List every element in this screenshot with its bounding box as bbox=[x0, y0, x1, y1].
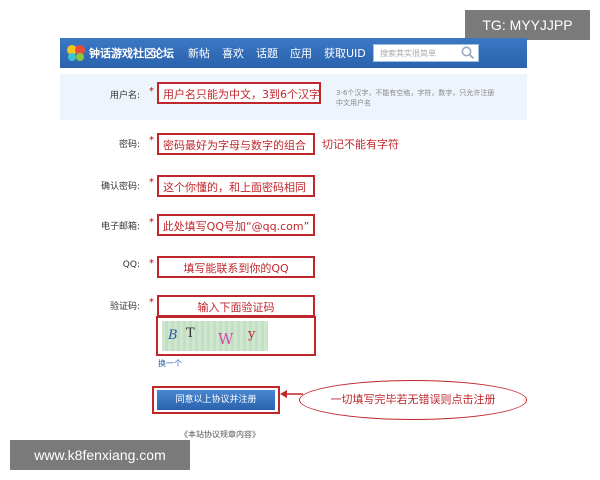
captcha-required-mark: * bbox=[149, 297, 154, 308]
top-nav-bar: 钟话游戏社区 论坛 新帖 喜欢 话题 应用 获取UID 搜索其实很简单 bbox=[60, 38, 527, 68]
username-hint-line1: 3-6个汉字，不能有空格，字符，数字，只允许注册 bbox=[336, 89, 495, 97]
captcha-field[interactable]: 输入下面验证码 bbox=[157, 295, 315, 317]
captcha-char-1: B bbox=[168, 328, 178, 343]
confirm-password-field[interactable]: 这个你懂的，和上面密码相同 bbox=[157, 175, 315, 197]
butterfly-logo-icon bbox=[66, 43, 86, 63]
username-required-mark: * bbox=[149, 86, 154, 97]
password-note: 切记不能有字符 bbox=[322, 138, 399, 151]
qq-field[interactable]: 填写能联系到你的QQ bbox=[157, 256, 315, 278]
agree-and-register-button[interactable]: 同意以上协议并注册 bbox=[157, 390, 275, 410]
qq-required-mark: * bbox=[149, 258, 154, 269]
nav-item-new-posts[interactable]: 新帖 bbox=[188, 45, 210, 61]
username-hint: 3-6个汉字，不能有空格，字符，数字，只允许注册 中文用户名 bbox=[336, 88, 494, 108]
site-logo[interactable]: 钟话游戏社区 bbox=[66, 43, 155, 63]
terms-link[interactable]: 《本站协议规章内容》 bbox=[180, 429, 260, 440]
nav-item-likes[interactable]: 喜欢 bbox=[222, 45, 244, 61]
password-required-mark: * bbox=[149, 135, 154, 146]
captcha-image[interactable]: B T W y bbox=[162, 321, 268, 351]
confirm-password-label: 确认密码: bbox=[100, 182, 140, 192]
captcha-image-frame: B T W y bbox=[156, 316, 316, 356]
search-icon[interactable] bbox=[460, 45, 476, 61]
captcha-char-2: T bbox=[186, 326, 195, 341]
captcha-char-3: W bbox=[218, 330, 234, 348]
password-label: 密码: bbox=[118, 140, 140, 150]
captcha-refresh-link[interactable]: 换一个 bbox=[158, 358, 182, 369]
email-field[interactable]: 此处填写QQ号加“@qq.com” bbox=[157, 214, 315, 236]
qq-label: QQ: bbox=[122, 260, 140, 270]
confirm-password-required-mark: * bbox=[149, 177, 154, 188]
nav-item-apps[interactable]: 应用 bbox=[290, 45, 312, 61]
password-field[interactable]: 密码最好为字母与数字的组合 bbox=[157, 133, 315, 155]
captcha-char-4: y bbox=[248, 327, 256, 342]
site-watermark: www.k8fenxiang.com bbox=[10, 440, 190, 470]
logo-text: 钟话游戏社区 bbox=[89, 47, 155, 60]
nav-item-forum[interactable]: 论坛 bbox=[152, 45, 174, 61]
telegram-watermark: TG: MYYJJPP bbox=[465, 10, 590, 40]
instruction-callout: 一切填写完毕若无错误则点击注册 bbox=[299, 380, 527, 420]
email-label: 电子邮箱: bbox=[100, 222, 140, 232]
username-hint-line2: 中文用户名 bbox=[336, 99, 371, 107]
nav-item-topics[interactable]: 话题 bbox=[256, 45, 278, 61]
nav-item-get-uid[interactable]: 获取UID bbox=[324, 45, 366, 61]
username-label: 用户名: bbox=[109, 91, 140, 101]
email-required-mark: * bbox=[149, 217, 154, 228]
captcha-label: 验证码: bbox=[109, 302, 140, 312]
username-field[interactable]: 用户名只能为中文，3到6个汉字 bbox=[157, 82, 321, 104]
